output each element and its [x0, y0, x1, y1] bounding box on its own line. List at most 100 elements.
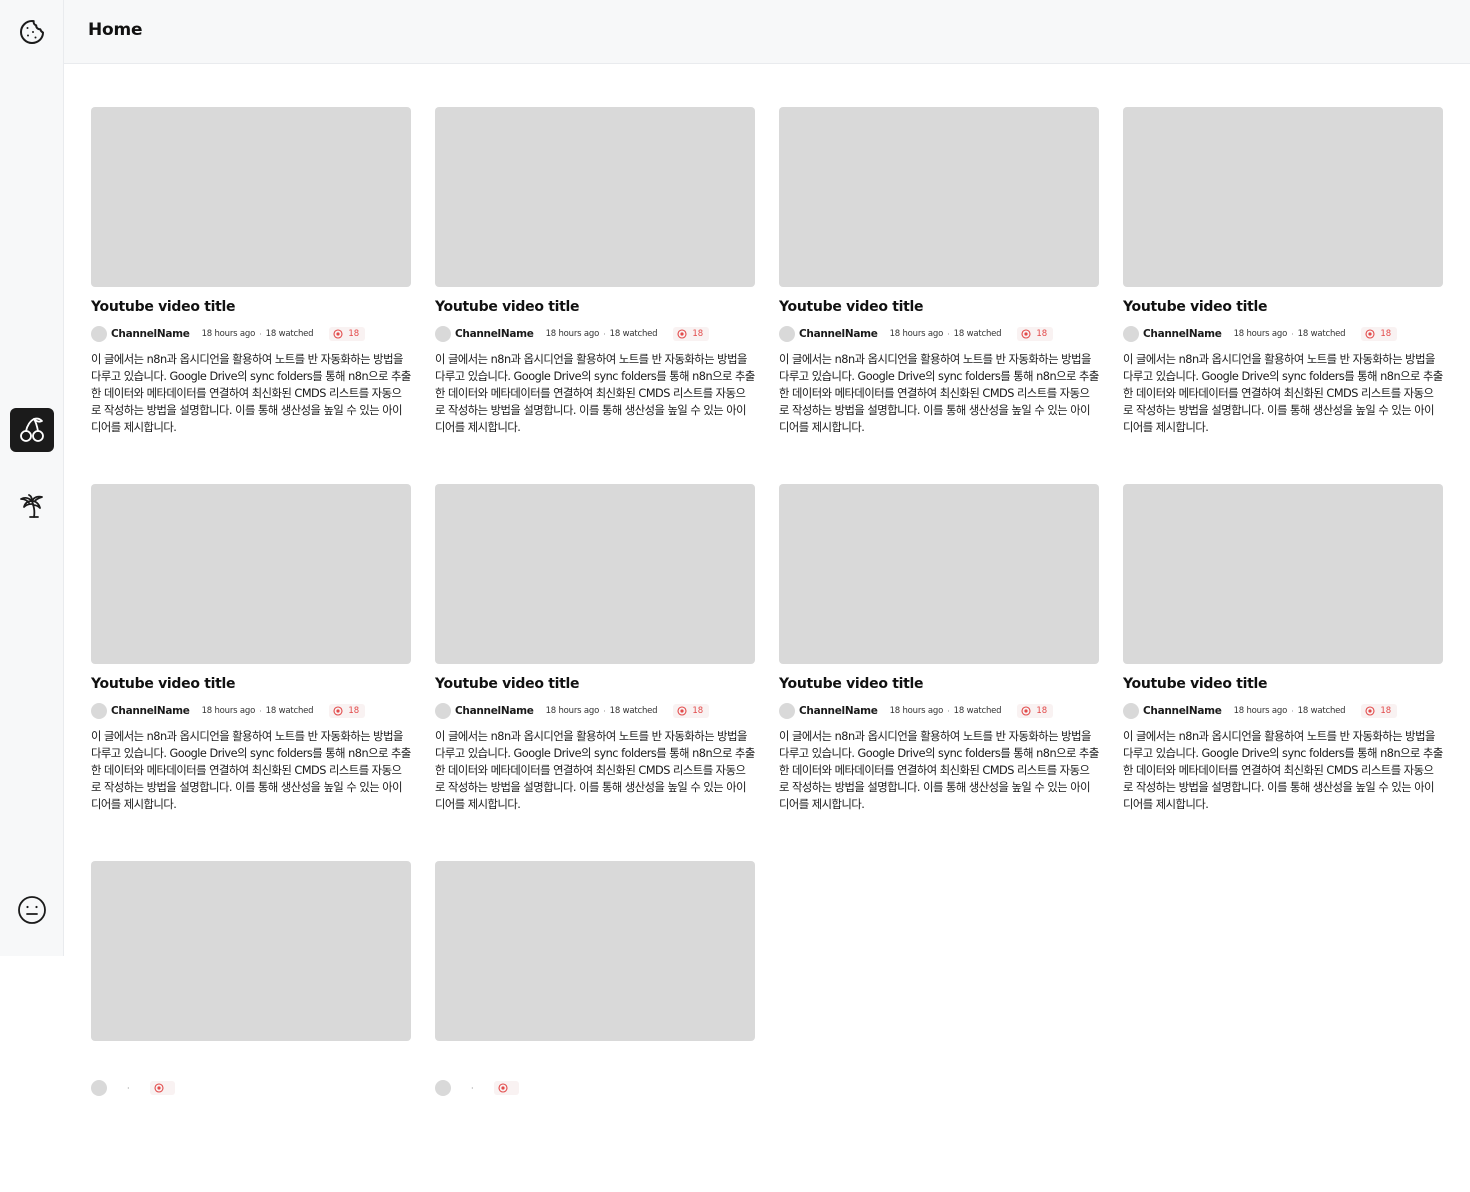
upload-time: 18 hours ago: [889, 329, 944, 339]
video-description: [435, 1105, 755, 1190]
channel-avatar[interactable]: [91, 326, 107, 342]
channel-name[interactable]: ChannelName: [1143, 705, 1222, 717]
meta-separator: ·: [1291, 329, 1294, 339]
video-thumbnail[interactable]: [91, 107, 411, 287]
upload-time: 18 hours ago: [201, 329, 256, 339]
video-card[interactable]: Youtube video title ChannelName 18 hours…: [1123, 484, 1443, 815]
record-badge: 18: [673, 327, 710, 341]
channel-avatar[interactable]: [435, 326, 451, 342]
video-thumbnail[interactable]: [435, 861, 755, 1041]
record-icon: [497, 1083, 508, 1093]
video-description: 이 글에서는 n8n과 옵시디언을 활용하여 노트를 반 자동화하는 방법을 다…: [1123, 353, 1443, 434]
channel-name[interactable]: ChannelName: [799, 328, 878, 340]
upload-time: 18 hours ago: [545, 329, 600, 339]
video-thumbnail[interactable]: [91, 484, 411, 664]
record-badge: 18: [329, 704, 366, 718]
record-count: 18: [348, 706, 360, 716]
channel-avatar[interactable]: [91, 703, 107, 719]
neutral-face-icon: [18, 896, 46, 924]
video-card[interactable]: Youtube video title ChannelName 18 hours…: [435, 484, 755, 815]
channel-name[interactable]: ChannelName: [455, 328, 534, 340]
meta-separator: ·: [259, 706, 262, 716]
video-title[interactable]: [91, 1052, 411, 1070]
cherry-icon: [20, 417, 44, 442]
video-title[interactable]: Youtube video title: [435, 675, 755, 693]
channel-avatar[interactable]: [435, 703, 451, 719]
video-thumbnail[interactable]: [779, 107, 1099, 287]
record-count: 18: [1380, 706, 1392, 716]
channel-avatar[interactable]: [1123, 703, 1139, 719]
video-card[interactable]: Youtube video title ChannelName 18 hours…: [91, 107, 411, 438]
video-title[interactable]: Youtube video title: [435, 298, 755, 316]
video-title[interactable]: Youtube video title: [1123, 298, 1443, 316]
meta-separator: ·: [1291, 706, 1294, 716]
channel-name[interactable]: ChannelName: [799, 705, 878, 717]
video-description: 이 글에서는 n8n과 옵시디언을 활용하여 노트를 반 자동화하는 방법을 다…: [435, 730, 755, 811]
top-bar: Home: [64, 0, 1470, 64]
channel-name[interactable]: ChannelName: [455, 705, 534, 717]
video-grid: Youtube video title ChannelName 18 hours…: [91, 107, 1443, 1192]
video-title[interactable]: Youtube video title: [1123, 675, 1443, 693]
video-title[interactable]: Youtube video title: [91, 298, 411, 316]
record-icon: [677, 329, 687, 339]
video-description: 이 글에서는 n8n과 옵시디언을 활용하여 노트를 반 자동화하는 방법을 다…: [435, 353, 755, 434]
video-card[interactable]: Youtube video title ChannelName 18 hours…: [435, 107, 755, 438]
record-count: 18: [1036, 329, 1048, 339]
channel-name[interactable]: ChannelName: [111, 328, 190, 340]
video-card[interactable]: Youtube video title ChannelName 18 hours…: [779, 107, 1099, 438]
sidebar-item-cherry[interactable]: [10, 408, 54, 452]
record-icon: [333, 329, 343, 339]
video-description: 이 글에서는 n8n과 옵시디언을 활용하여 노트를 반 자동화하는 방법을 다…: [91, 353, 411, 434]
watched-count: 18 watched: [1297, 329, 1346, 339]
watched-count: 18 watched: [609, 706, 658, 716]
video-title[interactable]: Youtube video title: [779, 298, 1099, 316]
sidebar-item-profile[interactable]: [10, 888, 54, 932]
record-count: 18: [692, 329, 704, 339]
meta-separator: ·: [603, 706, 606, 716]
record-badge: 18: [1361, 704, 1398, 718]
channel-avatar[interactable]: [91, 1080, 107, 1096]
channel-avatar[interactable]: [779, 703, 795, 719]
video-meta: ·: [91, 1080, 411, 1096]
channel-avatar[interactable]: [779, 326, 795, 342]
video-thumbnail[interactable]: [91, 861, 411, 1041]
meta-separator: ·: [947, 329, 950, 339]
channel-name[interactable]: ChannelName: [111, 705, 190, 717]
watched-count: 18 watched: [953, 329, 1002, 339]
record-badge: 18: [1017, 704, 1054, 718]
record-icon: [333, 706, 343, 716]
record-icon: [1365, 329, 1375, 339]
meta-separator: ·: [947, 706, 950, 716]
page-title: Home: [88, 20, 143, 40]
video-card[interactable]: ·: [91, 861, 411, 1192]
video-card[interactable]: Youtube video title ChannelName 18 hours…: [779, 484, 1099, 815]
video-card[interactable]: ·: [435, 861, 755, 1192]
channel-avatar[interactable]: [435, 1080, 451, 1096]
video-meta: ChannelName 18 hours ago · 18 watched 18: [779, 326, 1099, 342]
channel-name[interactable]: ChannelName: [1143, 328, 1222, 340]
upload-time: 18 hours ago: [1233, 329, 1288, 339]
video-thumbnail[interactable]: [435, 107, 755, 287]
sidebar-item-palm[interactable]: [10, 484, 54, 528]
record-icon: [1021, 329, 1031, 339]
watched-count: 18 watched: [953, 706, 1002, 716]
record-count: 18: [692, 706, 704, 716]
video-title[interactable]: [435, 1052, 755, 1070]
video-description: [91, 1105, 411, 1190]
video-thumbnail[interactable]: [1123, 484, 1443, 664]
video-thumbnail[interactable]: [435, 484, 755, 664]
video-title[interactable]: Youtube video title: [91, 675, 411, 693]
watched-count: 18 watched: [265, 329, 314, 339]
upload-time: 18 hours ago: [545, 706, 600, 716]
video-card[interactable]: Youtube video title ChannelName 18 hours…: [1123, 107, 1443, 438]
watched-count: 18 watched: [1297, 706, 1346, 716]
sidebar-item-cookie[interactable]: [10, 10, 54, 54]
video-card[interactable]: Youtube video title ChannelName 18 hours…: [91, 484, 411, 815]
video-description: 이 글에서는 n8n과 옵시디언을 활용하여 노트를 반 자동화하는 방법을 다…: [779, 353, 1099, 434]
video-title[interactable]: Youtube video title: [779, 675, 1099, 693]
record-count: 18: [1380, 329, 1392, 339]
video-thumbnail[interactable]: [1123, 107, 1443, 287]
channel-avatar[interactable]: [1123, 326, 1139, 342]
meta-separator: ·: [603, 329, 606, 339]
video-thumbnail[interactable]: [779, 484, 1099, 664]
